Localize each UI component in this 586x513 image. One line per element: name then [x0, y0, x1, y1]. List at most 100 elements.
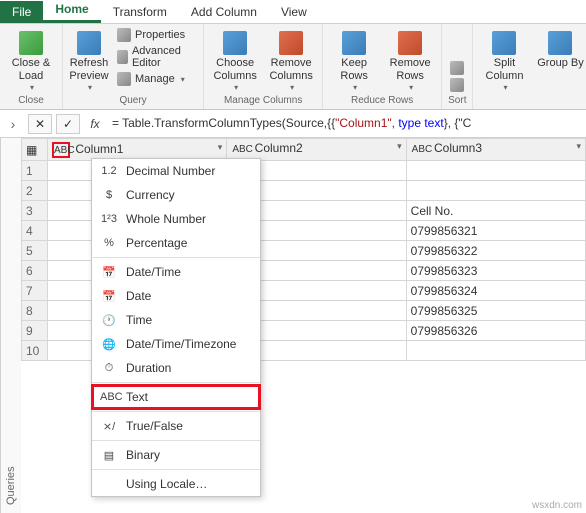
remove-columns-button[interactable]: Remove Columns▾ — [266, 27, 316, 93]
type-option-time[interactable]: 🕐Time — [92, 308, 260, 332]
row-number[interactable]: 7 — [22, 281, 48, 301]
cell-c3[interactable]: 0799856324 — [406, 281, 585, 301]
split-column-icon — [492, 31, 516, 55]
type-option-decimal-number[interactable]: 1.2 Decimal Number — [92, 159, 260, 183]
cell-c3[interactable] — [406, 161, 585, 181]
type-option-label: Using Locale… — [126, 477, 207, 491]
tab-add-column[interactable]: Add Column — [179, 1, 269, 23]
type-option-whole-number[interactable]: 1²3 Whole Number — [92, 207, 260, 231]
column-header-3[interactable]: ABC Column3 ▾ — [406, 139, 585, 161]
column3-type-button[interactable]: ABC — [411, 142, 429, 158]
type-option-icon: ▤ — [100, 449, 118, 462]
close-load-label: Close & Load — [6, 57, 56, 83]
type-option-label: Date/Time — [126, 265, 181, 279]
row-number[interactable]: 2 — [22, 181, 48, 201]
close-load-icon — [19, 31, 43, 55]
advanced-editor-button[interactable]: Advanced Editor — [115, 44, 197, 70]
column3-filter-button[interactable]: ▾ — [576, 141, 581, 152]
row-number[interactable]: 10 — [22, 341, 48, 361]
type-option-icon: ⏱ — [100, 362, 118, 375]
type-option-currency[interactable]: $ Currency — [92, 183, 260, 207]
expand-nav-button[interactable]: › — [0, 116, 26, 132]
manage-button[interactable]: Manage▾ — [115, 71, 197, 87]
type-option-using-locale-[interactable]: Using Locale… — [92, 472, 260, 496]
type-option-text[interactable]: ABCText — [92, 385, 260, 409]
row-number[interactable]: 4 — [22, 221, 48, 241]
refresh-preview-button[interactable]: Refresh Preview▾ — [69, 27, 109, 93]
refresh-label: Refresh Preview — [69, 57, 109, 83]
fx-cancel-button[interactable]: ✕ — [28, 114, 52, 134]
type-option-label: Currency — [126, 188, 175, 202]
column1-name: Column1 — [75, 142, 123, 156]
cell-c3[interactable] — [406, 181, 585, 201]
row-number[interactable]: 8 — [22, 301, 48, 321]
select-all-corner[interactable]: ▦ — [22, 139, 48, 161]
column1-filter-button[interactable]: ▾ — [218, 142, 223, 153]
group-by-icon — [548, 31, 572, 55]
type-option-label: Duration — [126, 361, 171, 375]
type-option-icon: 1²3 — [100, 213, 118, 225]
cell-c3[interactable] — [406, 341, 585, 361]
type-option-icon: ⨯/ — [100, 420, 118, 433]
cell-c3[interactable]: 0799856321 — [406, 221, 585, 241]
remove-rows-button[interactable]: Remove Rows▾ — [385, 27, 435, 93]
type-option-label: True/False — [126, 419, 183, 433]
group-manage-columns-label: Manage Columns — [224, 93, 302, 109]
type-option-icon: 1.2 — [100, 165, 118, 177]
type-option-duration[interactable]: ⏱ Duration — [92, 356, 260, 380]
type-option-percentage[interactable]: %Percentage — [92, 231, 260, 255]
type-option-binary[interactable]: ▤ Binary — [92, 443, 260, 467]
column1-type-button[interactable]: ABC — [52, 142, 70, 158]
editor-icon — [117, 50, 128, 64]
type-option-label: Decimal Number — [126, 164, 215, 178]
group-by-button[interactable]: Group By — [535, 27, 585, 70]
sort-desc-button[interactable] — [448, 77, 466, 93]
fx-commit-button[interactable]: ✓ — [56, 114, 80, 134]
formula-input[interactable]: = Table.TransformColumnTypes(Source,{{"C… — [108, 116, 586, 131]
group-reduce-rows-label: Reduce Rows — [351, 93, 413, 109]
column2-type-button[interactable]: ABC — [231, 142, 249, 158]
cell-c3[interactable]: 0799856326 — [406, 321, 585, 341]
column3-name: Column3 — [434, 141, 482, 155]
group-sort-label: Sort — [448, 93, 466, 109]
sort-asc-button[interactable] — [448, 60, 466, 76]
tab-transform[interactable]: Transform — [101, 1, 179, 23]
tab-home[interactable]: Home — [43, 0, 100, 23]
close-load-button[interactable]: Close & Load▾ — [6, 27, 56, 93]
ribbon: Close & Load▾ Close Refresh Preview▾ Pro… — [0, 24, 586, 110]
type-option-icon: 🌐 — [100, 338, 118, 351]
cell-c3[interactable]: 0799856323 — [406, 261, 585, 281]
type-option-label: Binary — [126, 448, 160, 462]
type-option-icon: $ — [100, 189, 118, 201]
remove-columns-icon — [279, 31, 303, 55]
row-number[interactable]: 9 — [22, 321, 48, 341]
cell-c3[interactable]: 0799856325 — [406, 301, 585, 321]
remove-rows-icon — [398, 31, 422, 55]
properties-button[interactable]: Properties — [115, 27, 197, 43]
row-number[interactable]: 3 — [22, 201, 48, 221]
row-number[interactable]: 6 — [22, 261, 48, 281]
row-number[interactable]: 5 — [22, 241, 48, 261]
sort-desc-icon — [450, 78, 464, 92]
cell-c3[interactable]: Cell No. — [406, 201, 585, 221]
manage-icon — [117, 72, 131, 86]
type-option-date[interactable]: 📅Date — [92, 284, 260, 308]
type-option-date-time-timezone[interactable]: 🌐Date/Time/Timezone — [92, 332, 260, 356]
row-number[interactable]: 1 — [22, 161, 48, 181]
type-option-label: Whole Number — [126, 212, 206, 226]
tab-view[interactable]: View — [269, 1, 319, 23]
choose-columns-button[interactable]: Choose Columns▾ — [210, 27, 260, 93]
split-column-button[interactable]: Split Column▾ — [479, 27, 529, 93]
column2-name: Column2 — [255, 141, 303, 155]
type-option-date-time[interactable]: 📅 Date/Time — [92, 260, 260, 284]
queries-panel-toggle[interactable]: Queries — [0, 138, 21, 513]
type-option-icon: 📅 — [100, 266, 118, 279]
tab-file[interactable]: File — [0, 1, 43, 23]
type-option-icon: 🕐 — [100, 314, 118, 327]
column-type-menu: 1.2 Decimal Number $ Currency 1²3 Whole Numbe… — [91, 158, 261, 497]
column2-filter-button[interactable]: ▾ — [397, 141, 402, 152]
sort-asc-icon — [450, 61, 464, 75]
keep-rows-button[interactable]: Keep Rows▾ — [329, 27, 379, 93]
type-option-true-false[interactable]: ⨯/ True/False — [92, 414, 260, 438]
cell-c3[interactable]: 0799856322 — [406, 241, 585, 261]
